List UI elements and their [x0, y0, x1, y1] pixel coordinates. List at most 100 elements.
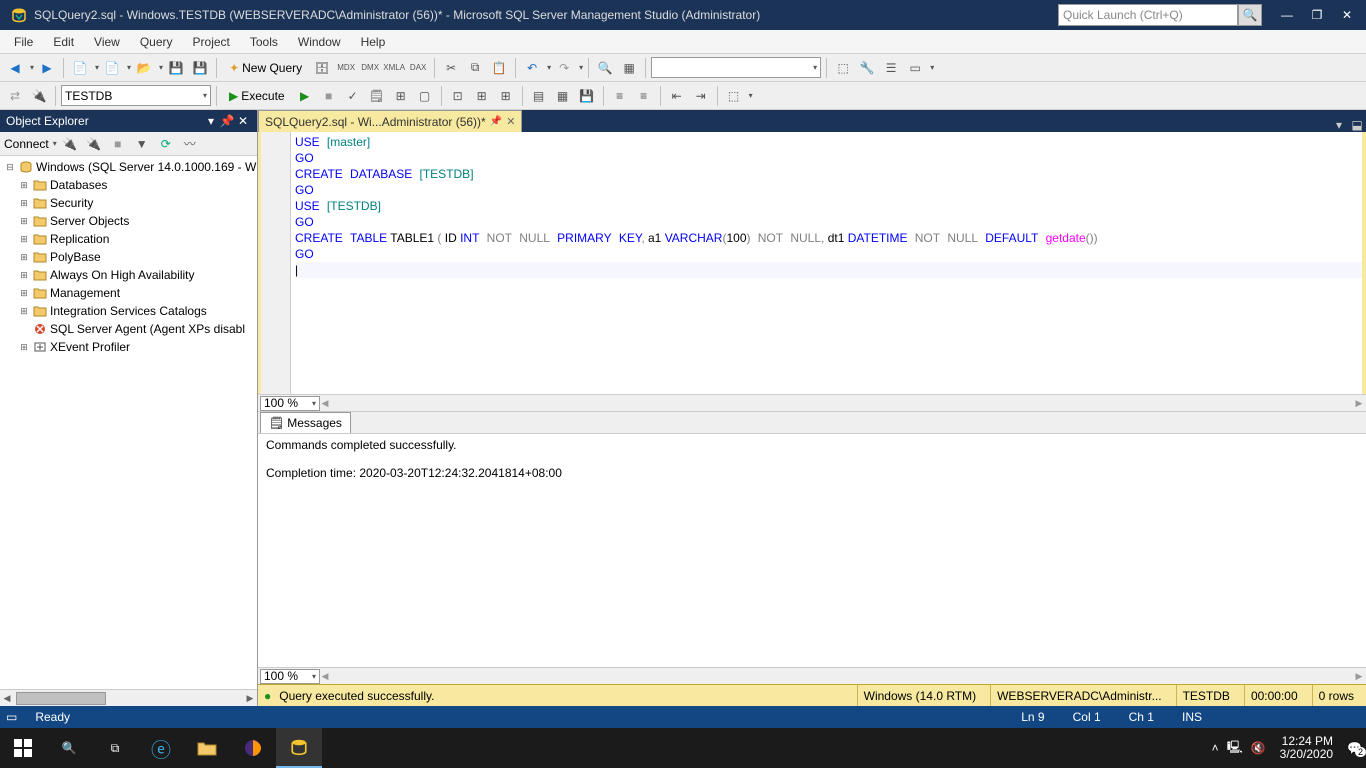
tree-node-management[interactable]: ⊞Management [0, 284, 257, 302]
pin-icon[interactable]: 📌 [490, 116, 502, 127]
system-tray[interactable]: ˄ 🖳 🔇 12:24 PM 3/20/2020 💬2 [1208, 735, 1366, 761]
specify-values-button[interactable]: ⬚ [723, 85, 745, 107]
change-connection-button[interactable]: 🔌 [28, 85, 50, 107]
tool2-button[interactable]: 🔧 [856, 57, 878, 79]
task-view-button[interactable]: ⧉ [92, 728, 138, 768]
expand-icon[interactable]: ⊞ [18, 288, 30, 299]
tab-overflow-button[interactable]: ▾ [1330, 118, 1348, 132]
cut-button[interactable]: ✂ [440, 57, 462, 79]
editor-zoom-combo[interactable]: 100 %▾ [260, 396, 320, 411]
sql-editor[interactable]: USE [master] GO CREATE DATABASE [TESTDB]… [258, 132, 1366, 394]
new-project-button[interactable]: 📄 [69, 57, 91, 79]
use-db-button[interactable]: ⇄ [4, 85, 26, 107]
tree-node-replication[interactable]: ⊞Replication [0, 230, 257, 248]
parse-button[interactable]: ✓ [342, 85, 364, 107]
expand-icon[interactable]: ⊞ [18, 342, 30, 353]
menu-tools[interactable]: Tools [240, 32, 288, 52]
taskbar-ssms[interactable] [276, 728, 322, 768]
properties-button[interactable]: ▦ [618, 57, 640, 79]
intellisense-button[interactable]: ▢ [414, 85, 436, 107]
cancel-query-button[interactable]: ■ [318, 85, 340, 107]
query-options-button[interactable]: ⊞ [390, 85, 412, 107]
expand-icon[interactable]: ⊞ [18, 306, 30, 317]
tool3-button[interactable]: ☰ [880, 57, 902, 79]
tool1-button[interactable]: ⬚ [832, 57, 854, 79]
solution-config-combo[interactable]: ▾ [651, 57, 821, 78]
split-button[interactable]: ⬓ [1348, 118, 1366, 132]
new-file-button[interactable]: 📄 [101, 57, 123, 79]
messages-output[interactable]: Commands completed successfully. Complet… [258, 433, 1366, 667]
include-stats-button[interactable]: ⊞ [471, 85, 493, 107]
messages-zoom-combo[interactable]: 100 %▾ [260, 669, 320, 684]
taskbar-ie[interactable]: ⓔ [138, 728, 184, 768]
new-query-button[interactable]: ✦ New Query [222, 57, 309, 79]
db-engine-query-button[interactable]: 🗄 [311, 57, 333, 79]
expand-icon[interactable]: ⊞ [18, 216, 30, 227]
object-explorer-tree[interactable]: ⊟ Windows (SQL Server 14.0.1000.169 - W … [0, 156, 257, 689]
nav-back-button[interactable]: ◀ [4, 57, 26, 79]
undo-button[interactable]: ↶ [521, 57, 543, 79]
connect-button[interactable]: 🔌 [59, 133, 81, 155]
mdx-query-button[interactable]: MDX [335, 57, 357, 79]
tray-chevron-icon[interactable]: ˄ [1212, 741, 1219, 755]
tree-node-polybase[interactable]: ⊞PolyBase [0, 248, 257, 266]
document-tab[interactable]: SQLQuery2.sql - Wi...Administrator (56))… [258, 110, 522, 132]
debug-button[interactable]: ▶ [294, 85, 316, 107]
stop-button[interactable]: ■ [107, 133, 129, 155]
copy-button[interactable]: ⧉ [464, 57, 486, 79]
execute-button[interactable]: ▶ Execute [222, 85, 292, 107]
expand-icon[interactable]: ⊞ [18, 180, 30, 191]
editor-content[interactable]: USE [master] GO CREATE DATABASE [TESTDB]… [291, 132, 1366, 394]
menu-help[interactable]: Help [351, 32, 396, 52]
redo-button[interactable]: ↷ [553, 57, 575, 79]
close-button[interactable]: ✕ [1332, 4, 1362, 26]
dmx-query-button[interactable]: DMX [359, 57, 381, 79]
pane-close-button[interactable]: ✕ [235, 114, 251, 128]
filter-button[interactable]: ▼ [131, 133, 153, 155]
tool4-button[interactable]: ▭ [904, 57, 926, 79]
save-button[interactable]: 💾 [165, 57, 187, 79]
restore-button[interactable]: ❐ [1302, 4, 1332, 26]
save-all-button[interactable]: 💾 [189, 57, 211, 79]
uncomment-button[interactable]: ≡ [633, 85, 655, 107]
start-button[interactable] [0, 728, 46, 768]
include-plan-button[interactable]: ⊡ [447, 85, 469, 107]
connect-label[interactable]: Connect [4, 137, 49, 151]
indent-more-button[interactable]: ⇥ [690, 85, 712, 107]
tree-node-always-on[interactable]: ⊞Always On High Availability [0, 266, 257, 284]
indent-less-button[interactable]: ⇤ [666, 85, 688, 107]
menu-project[interactable]: Project [183, 32, 240, 52]
expand-icon[interactable]: ⊞ [18, 234, 30, 245]
nav-fwd-button[interactable]: ▶ [36, 57, 58, 79]
taskbar-firefox[interactable] [230, 728, 276, 768]
tree-node-databases[interactable]: ⊞Databases [0, 176, 257, 194]
tree-node-server-objects[interactable]: ⊞Server Objects [0, 212, 257, 230]
taskbar-clock[interactable]: 12:24 PM 3/20/2020 [1274, 735, 1339, 761]
messages-tab[interactable]: 🗒 Messages [260, 412, 351, 434]
pin-icon[interactable]: 📌 [219, 114, 235, 128]
display-plan-button[interactable]: 🗒 [366, 85, 388, 107]
action-center-icon[interactable]: 💬2 [1347, 741, 1362, 755]
xmla-query-button[interactable]: XMLA [383, 57, 405, 79]
quick-launch-search-button[interactable]: 🔍 [1238, 4, 1262, 26]
pane-dropdown-button[interactable]: ▾ [203, 114, 219, 128]
menu-edit[interactable]: Edit [43, 32, 84, 52]
include-clientstats-button[interactable]: ⊞ [495, 85, 517, 107]
activity-button[interactable]: 〰 [179, 133, 201, 155]
tree-node-xevent[interactable]: ⊞XEvent Profiler [0, 338, 257, 356]
tree-node-security[interactable]: ⊞Security [0, 194, 257, 212]
results-text-button[interactable]: ▤ [528, 85, 550, 107]
volume-muted-icon[interactable]: 🔇 [1251, 741, 1266, 755]
menu-view[interactable]: View [84, 32, 130, 52]
refresh-icon[interactable]: ⟳ [155, 133, 177, 155]
taskbar-explorer[interactable] [184, 728, 230, 768]
menu-query[interactable]: Query [130, 32, 183, 52]
expand-icon[interactable]: ⊞ [18, 198, 30, 209]
open-button[interactable]: 📂 [133, 57, 155, 79]
paste-button[interactable]: 📋 [488, 57, 510, 79]
expand-icon[interactable]: ⊞ [18, 252, 30, 263]
results-file-button[interactable]: 💾 [576, 85, 598, 107]
search-button[interactable]: 🔍 [46, 728, 92, 768]
menu-file[interactable]: File [4, 32, 43, 52]
tree-node-sql-agent[interactable]: ⊞SQL Server Agent (Agent XPs disabl [0, 320, 257, 338]
